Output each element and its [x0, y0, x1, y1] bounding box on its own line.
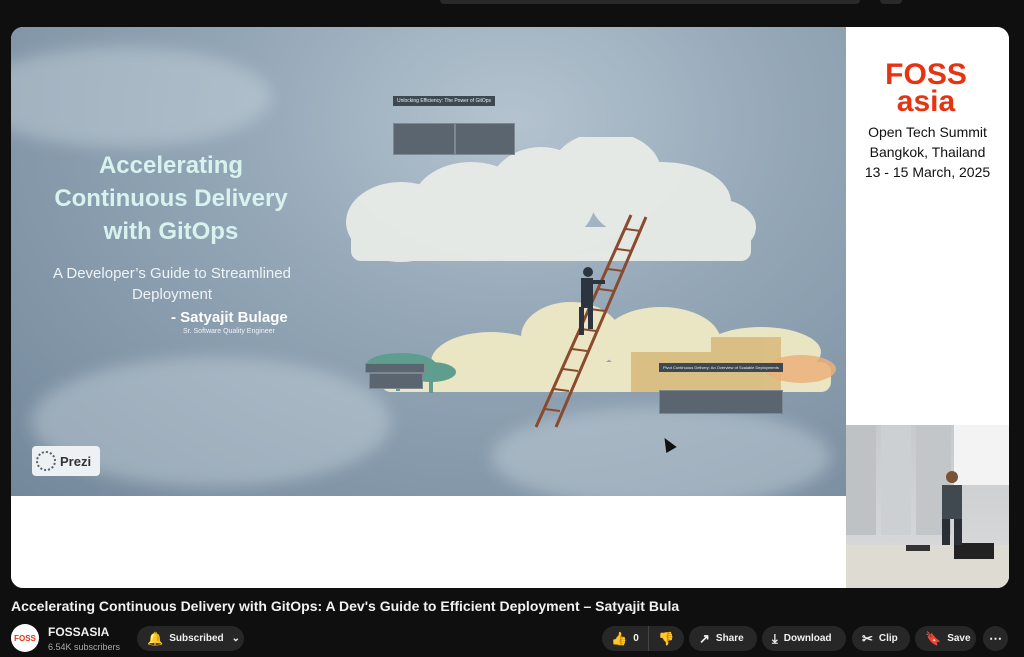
channel-avatar[interactable]: FOSS — [11, 624, 39, 652]
download-button[interactable]: ⤓ Download — [762, 626, 846, 651]
subscriber-count: 6.54K subscribers — [48, 642, 121, 652]
share-icon: ↗ — [699, 630, 710, 646]
event-dates: 13 - 15 March, 2025 — [864, 164, 991, 180]
like-button[interactable]: 👍 0 — [602, 626, 649, 651]
presentation-slide: Unlocking Efficiency: The Power of GitOp… — [11, 27, 846, 496]
presenter-name: - Satyajit Bulage — [171, 309, 288, 326]
logo-line2: asia — [897, 85, 956, 115]
prezi-label: Prezi — [60, 453, 92, 469]
clip-label: Clip — [878, 633, 898, 644]
event-location: Bangkok, Thailand — [869, 144, 986, 160]
chevron-down-icon: ⌄ — [231, 633, 241, 644]
dislike-button[interactable]: 👎 — [649, 631, 684, 647]
prezi-logo: Prezi — [32, 446, 100, 476]
clip-button[interactable]: ✂ Clip — [852, 626, 910, 651]
panel-top-title: Unlocking Efficiency: The Power of GitOp… — [393, 96, 496, 106]
like-count: 0 — [633, 633, 639, 644]
more-dots-icon: ⋯ — [989, 630, 1002, 646]
top-search-bar-edge — [440, 0, 860, 4]
prezi-ring-icon — [36, 451, 56, 471]
panel-left-card — [365, 363, 425, 373]
svg-text:FOSS: FOSS — [14, 634, 36, 643]
slide-title: Accelerating Continuous Delivery with Gi… — [54, 152, 288, 245]
speaker-scene — [846, 425, 1009, 588]
cloud-bg — [11, 47, 271, 147]
share-label: Share — [715, 633, 744, 644]
fossasia-logo: FOSS asia — [885, 59, 967, 115]
share-button[interactable]: ↗ Share — [689, 626, 757, 651]
top-button-edge — [880, 0, 902, 4]
thumbs-up-icon: 👍 — [611, 630, 628, 646]
download-icon: ⤓ — [772, 630, 778, 646]
more-actions-button[interactable]: ⋯ — [983, 626, 1008, 651]
panel-top-card-1 — [393, 123, 455, 155]
subscribed-button[interactable]: 🔔 Subscribed ⌄ — [137, 626, 244, 651]
panel-top-card-2 — [455, 123, 515, 155]
download-label: Download — [783, 633, 832, 644]
subscribed-label: Subscribed — [169, 633, 224, 644]
event-sidebar: FOSS asia Open Tech Summit Bangkok, Thai… — [846, 27, 1009, 425]
bookmark-icon: 🔖 — [925, 630, 942, 646]
channel-name[interactable]: FOSSASIA — [48, 625, 109, 639]
slide-subtitle: A Developer’s Guide to Streamlined Deplo… — [53, 265, 291, 303]
save-button[interactable]: 🔖 Save — [915, 626, 976, 651]
save-label: Save — [947, 633, 971, 644]
channel-logo-icon: FOSS — [14, 634, 36, 643]
event-info: Open Tech Summit Bangkok, Thailand 13 - … — [846, 122, 1009, 182]
thumbs-down-icon: 👎 — [658, 630, 675, 646]
panel-bottom-title: Pivot Continuous Delivery: An Overview o… — [659, 363, 783, 372]
bell-icon: 🔔 — [147, 630, 164, 646]
video-player[interactable]: Unlocking Efficiency: The Power of GitOp… — [11, 27, 1009, 588]
like-dislike-group: 👍 0 👎 — [602, 626, 684, 651]
speaker-camera-feed — [846, 425, 1009, 588]
panel-bottom-cards — [659, 390, 783, 414]
slide-bottom-area — [11, 496, 846, 588]
presenter-role: Sr. Software Quality Engineer — [183, 328, 275, 335]
event-name: Open Tech Summit — [868, 124, 987, 140]
scissors-icon: ✂ — [862, 630, 873, 646]
video-title: Accelerating Continuous Delivery with Gi… — [11, 598, 680, 614]
panel-left-card-body — [369, 373, 423, 389]
